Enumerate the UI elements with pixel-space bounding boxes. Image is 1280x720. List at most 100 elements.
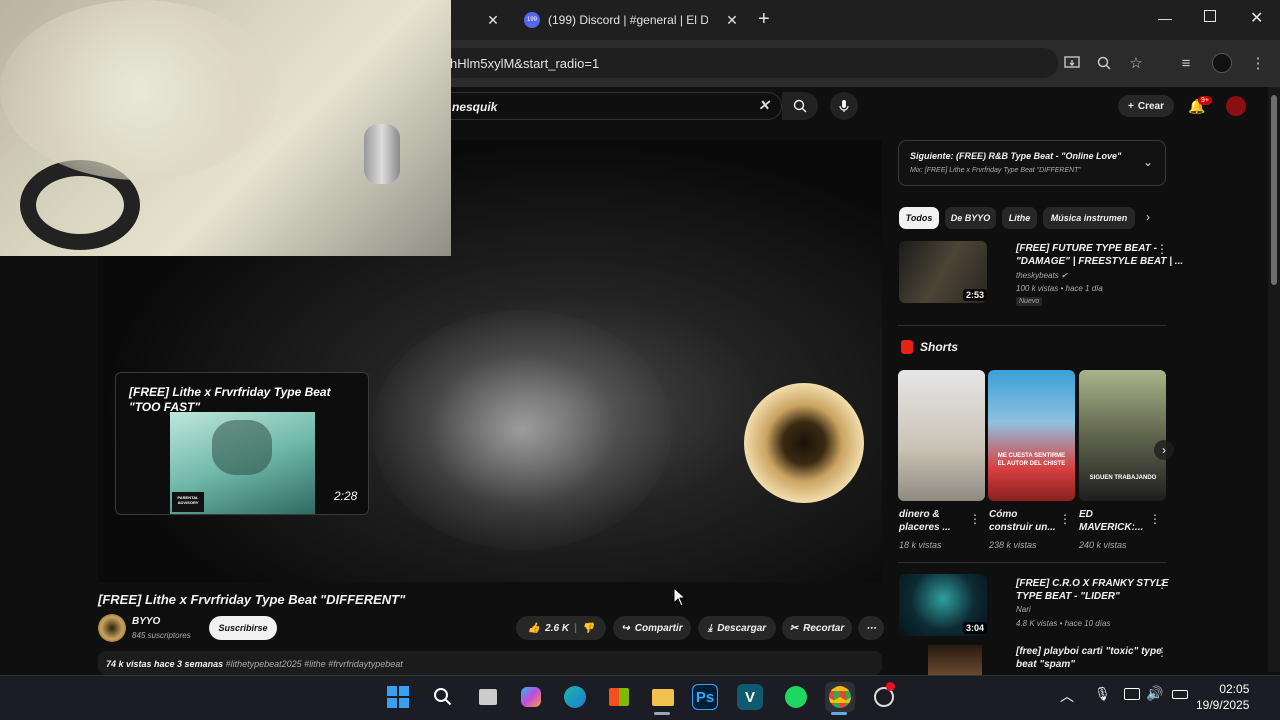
recommendation-channel[interactable]: theskybeats ✔ — [1016, 271, 1068, 280]
edge-browser-icon[interactable] — [560, 682, 590, 712]
recommendation-channel[interactable]: Nari — [1016, 605, 1031, 614]
like-count[interactable]: 2.6 K — [545, 623, 569, 634]
battery-icon[interactable] — [1172, 690, 1188, 699]
restore-window-icon[interactable] — [1204, 10, 1216, 22]
share-button[interactable]: ↪ Compartir — [613, 616, 691, 640]
title-line: [FREE] C.R.O X FRANKY STYLE — [1016, 578, 1169, 589]
more-options-icon[interactable]: ⋮ — [1156, 577, 1168, 591]
channel-name[interactable]: BYYO — [132, 616, 160, 627]
active-app-indicator — [654, 712, 670, 715]
profile-avatar[interactable] — [1212, 53, 1232, 73]
page-scrollbar[interactable] — [1268, 87, 1280, 672]
subscribe-button[interactable]: Suscribirse — [209, 616, 277, 640]
zoom-icon[interactable] — [1090, 49, 1118, 77]
clear-search-icon[interactable]: ✕ — [758, 97, 770, 114]
chip-instrumental[interactable]: Música instrumen — [1043, 207, 1135, 229]
recommendation-thumbnail[interactable] — [928, 645, 982, 675]
close-window-icon[interactable]: ✕ — [1250, 8, 1263, 28]
divider — [898, 562, 1166, 563]
chrome-menu-icon[interactable]: ⋮ — [1244, 49, 1272, 77]
task-view-icon[interactable] — [473, 682, 503, 712]
short-title[interactable]: dinero & placeres ... — [899, 508, 971, 534]
notification-count-badge: 9+ — [1198, 96, 1212, 105]
more-actions-button[interactable]: ⋯ — [858, 616, 884, 640]
short-thumbnail[interactable]: SIGUEN TRABAJANDO — [1079, 370, 1166, 501]
hashtags[interactable]: #lithetypebeat2025 #lithe #frvrfridaytyp… — [226, 659, 403, 669]
download-button[interactable]: ⤓ Descargar — [698, 616, 776, 640]
browser-tab[interactable]: ✕ — [451, 4, 511, 36]
search-input[interactable]: nesquik ✕ — [440, 92, 782, 120]
bookmark-star-icon[interactable]: ☆ — [1122, 49, 1150, 77]
chrome-icon[interactable] — [825, 682, 855, 712]
clip-button[interactable]: ✂ Recortar — [782, 616, 852, 640]
thumbs-down-icon[interactable]: 👎 — [582, 623, 594, 634]
windows-taskbar — [0, 675, 1280, 720]
show-hidden-icons-chevron[interactable]: ︿ — [1060, 686, 1074, 706]
video-frame-subject — [372, 310, 672, 550]
windows-start-icon[interactable] — [383, 682, 413, 712]
network-icon[interactable] — [1124, 688, 1140, 700]
notification-dot — [886, 682, 895, 691]
more-options-icon[interactable]: ⋮ — [1059, 512, 1071, 526]
search-button[interactable] — [782, 92, 818, 120]
end-card-thumbnail[interactable]: PARENTAL ADVISORY — [170, 412, 315, 514]
spotify-icon[interactable] — [781, 682, 811, 712]
system-clock[interactable]: 02:05 19/9/2025 — [1196, 681, 1249, 713]
more-options-icon[interactable]: ⋮ — [1149, 512, 1161, 526]
browser-tab-discord[interactable]: 199 (199) Discord | #general | El Dol ✕ — [516, 4, 746, 36]
next-video-heading: Siguiente: (FREE) R&B Type Beat - "Onlin… — [910, 151, 1122, 161]
short-title[interactable]: Cómo construir un... — [989, 508, 1061, 534]
recommendation-thumbnail[interactable]: 2:53 — [899, 241, 988, 303]
volume-icon[interactable]: 🔊 — [1146, 685, 1163, 702]
blurred-person — [0, 0, 280, 180]
next-mix-subtitle: Mix: [FREE] Lithe x Frvrfriday Type Beat… — [910, 167, 1081, 174]
channel-label: theskybeats — [1016, 271, 1059, 280]
address-bar[interactable]: hHlm5xylM&start_radio=1 — [440, 48, 1058, 78]
scrollbar-thumb[interactable] — [1271, 95, 1277, 285]
mouse-cursor-icon — [673, 587, 687, 607]
chip-lithe[interactable]: Lithe — [1002, 207, 1037, 229]
photoshop-icon[interactable]: Ps — [692, 684, 718, 710]
channel-watermark-eye[interactable] — [744, 383, 864, 503]
autoplay-next-card[interactable]: Siguiente: (FREE) R&B Type Beat - "Onlin… — [898, 140, 1166, 186]
vscode-v-icon[interactable]: V — [737, 684, 763, 710]
microsoft-store-icon[interactable] — [604, 682, 634, 712]
recommendation-title[interactable]: [FREE] C.R.O X FRANKY STYLE TYPE BEAT - … — [1016, 577, 1169, 603]
install-app-icon[interactable] — [1058, 49, 1086, 77]
channel-avatar[interactable] — [98, 614, 126, 642]
media-control-icon[interactable]: ≡ — [1172, 49, 1200, 77]
search-icon[interactable] — [428, 682, 458, 712]
chip-scroll-right-icon[interactable]: › — [1146, 210, 1150, 224]
file-explorer-icon[interactable] — [648, 682, 678, 712]
close-tab-icon[interactable]: ✕ — [483, 10, 503, 30]
more-options-icon[interactable]: ⋮ — [1156, 645, 1168, 659]
shorts-next-icon[interactable]: › — [1154, 440, 1174, 460]
chip-all[interactable]: Todos — [899, 207, 939, 229]
share-icon: ↪ — [621, 622, 630, 634]
divider — [898, 325, 1166, 326]
short-caption: SIGUEN TRABAJANDO — [1089, 475, 1157, 481]
voice-search-button[interactable] — [830, 92, 858, 120]
short-views: 238 k vistas — [989, 540, 1037, 550]
description-box[interactable]: 74 k vistas hace 3 semanas #lithetypebea… — [98, 651, 882, 675]
copilot-icon[interactable] — [516, 682, 546, 712]
minimize-icon[interactable]: — — [1158, 10, 1172, 26]
short-title[interactable]: ED MAVERICK:... — [1079, 508, 1151, 534]
account-avatar[interactable] — [1226, 96, 1246, 116]
close-tab-icon[interactable]: ✕ — [722, 10, 742, 30]
clock-time: 02:05 — [1219, 682, 1250, 696]
short-thumbnail[interactable] — [898, 370, 985, 501]
recommendation-thumbnail[interactable]: 3:04 — [899, 574, 988, 636]
more-options-icon[interactable]: ⋮ — [969, 512, 981, 526]
recommendation-title[interactable]: [free] playboi carti "toxic" type beat "… — [1016, 645, 1162, 671]
divider: | — [574, 622, 577, 634]
thumbs-up-icon[interactable]: 👍 — [528, 623, 540, 634]
short-thumbnail[interactable]: ME CUESTA SENTIRME EL AUTOR DEL CHISTE — [988, 370, 1075, 501]
microphone-tray-icon[interactable]: 🎙 — [1094, 686, 1111, 702]
chevron-down-icon[interactable]: ⌄ — [1143, 155, 1153, 169]
end-card-duration: 2:28 — [334, 489, 358, 503]
new-tab-button[interactable]: + — [758, 8, 770, 31]
create-button[interactable]: + Crear — [1118, 95, 1174, 117]
chip-from-channel[interactable]: De BYYO — [945, 207, 996, 229]
more-options-icon[interactable]: ⋮ — [1156, 242, 1168, 256]
